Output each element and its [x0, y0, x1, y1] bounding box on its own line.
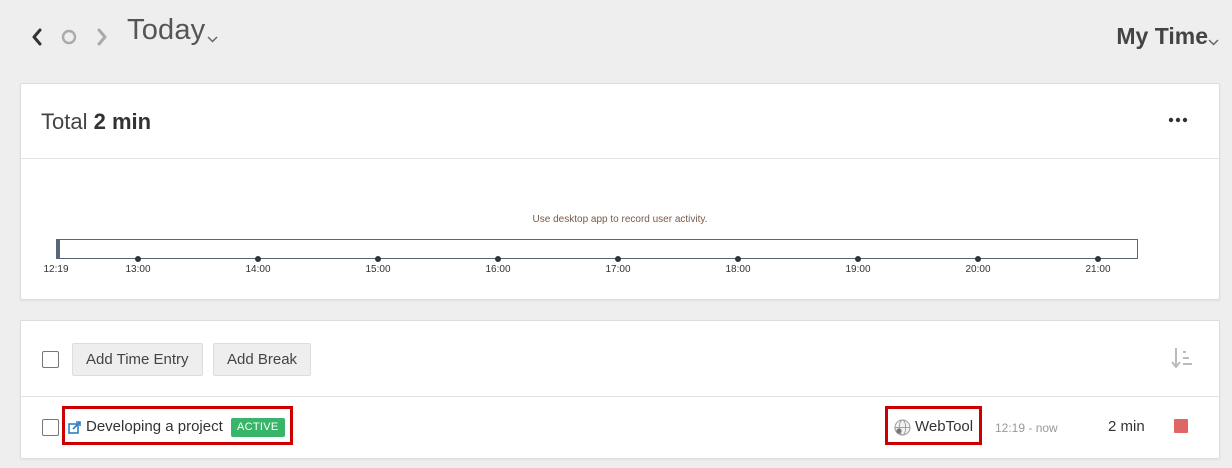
timeline-tick [375, 256, 381, 262]
timeline-tick-label: 19:00 [845, 264, 871, 275]
timeline-tick-label: 20:00 [965, 264, 991, 275]
status-badge: ACTIVE [231, 418, 285, 437]
timeline-tick-label: 15:00 [365, 264, 391, 275]
entry-checkbox[interactable] [42, 419, 59, 436]
ellipsis-icon[interactable] [1167, 110, 1189, 130]
timeline-tick-label: 16:00 [485, 264, 511, 275]
timeline-tick-label: 18:00 [725, 264, 751, 275]
chevron-left-icon[interactable] [24, 22, 50, 52]
entries-card: Add Time Entry Add Break Developing a pr… [20, 320, 1220, 459]
timeline-activity-segment [57, 240, 60, 258]
chevron-down-icon[interactable] [207, 30, 218, 48]
top-bar: Today My Time [0, 0, 1232, 80]
timeline-tick-label: 17:00 [605, 264, 631, 275]
add-break-button[interactable]: Add Break [213, 343, 312, 376]
timeline-tick [135, 256, 141, 262]
timeline-tick-label: 13:00 [125, 264, 151, 275]
select-all-checkbox[interactable] [42, 351, 59, 368]
total-time: Total 2 min [41, 109, 151, 135]
circle-icon[interactable] [56, 22, 82, 52]
chevron-down-icon[interactable] [1208, 33, 1219, 51]
entry-duration: 2 min [1108, 418, 1145, 435]
add-time-entry-button[interactable]: Add Time Entry [72, 343, 203, 376]
globe-icon [894, 419, 911, 436]
stop-icon[interactable] [1174, 419, 1188, 433]
divider [21, 396, 1219, 397]
external-link-icon[interactable] [68, 420, 82, 434]
timeline-tick [495, 256, 501, 262]
task-name[interactable]: Developing a project [86, 418, 223, 435]
date-selector[interactable]: Today [127, 14, 205, 47]
app-name: WebTool [915, 418, 974, 435]
chevron-right-icon[interactable] [89, 22, 115, 52]
timeline-tick [255, 256, 261, 262]
timeline-tick [975, 256, 981, 262]
total-value: 2 min [93, 109, 152, 134]
timeline-tick [735, 256, 741, 262]
divider [21, 158, 1219, 159]
timeline-tick-label: 14:00 [245, 264, 271, 275]
time-range: 12:19 - now [995, 421, 1058, 435]
activity-hint: Use desktop app to record user activity. [532, 214, 708, 225]
summary-card: Total 2 min Use desktop app to record us… [20, 83, 1220, 300]
sort-descending-icon[interactable] [1171, 346, 1193, 370]
timeline-tick [855, 256, 861, 262]
timeline-tick [615, 256, 621, 262]
view-selector[interactable]: My Time [1116, 23, 1208, 50]
timeline-tick-label: 21:00 [1085, 264, 1111, 275]
timeline-tick [1095, 256, 1101, 262]
timeline-tick-label: 12:19 [43, 264, 69, 275]
total-label: Total [41, 109, 88, 134]
